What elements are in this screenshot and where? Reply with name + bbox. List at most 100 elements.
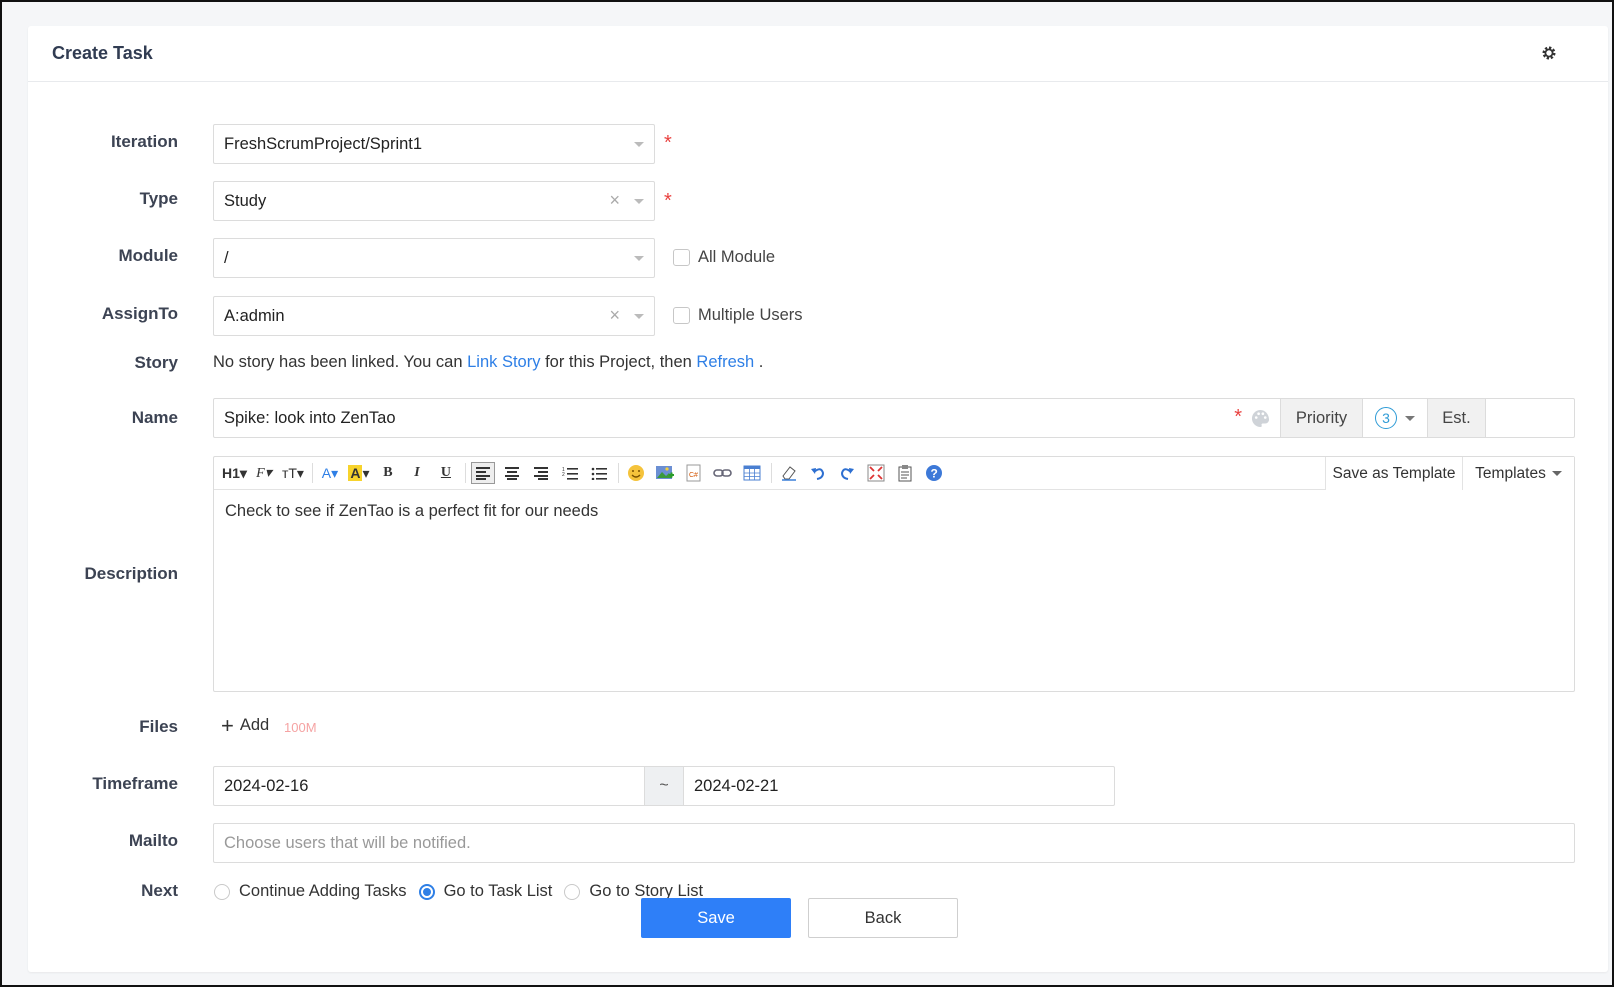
help-icon[interactable]: ?: [922, 462, 946, 484]
back-button[interactable]: Back: [808, 898, 958, 938]
priority-select[interactable]: 3: [1362, 399, 1427, 437]
panel-header: Create Task: [28, 26, 1608, 82]
multiple-users-checkbox[interactable]: Multiple Users: [673, 306, 803, 325]
link-story-link[interactable]: Link Story: [467, 353, 540, 371]
radio-label: Go to Task List: [443, 882, 553, 900]
description-textarea[interactable]: Check to see if ZenTao is a perfect fit …: [214, 490, 1574, 533]
paste-icon[interactable]: [893, 462, 917, 484]
italic-icon[interactable]: I: [405, 462, 429, 484]
all-module-checkbox[interactable]: All Module: [673, 248, 775, 267]
toolbar-divider: [770, 463, 772, 483]
name-label: Name: [131, 408, 178, 427]
story-text: .: [758, 353, 764, 371]
type-label: Type: [139, 189, 178, 208]
eraser-icon[interactable]: [777, 462, 801, 484]
module-select[interactable]: /: [213, 238, 655, 278]
svg-text:2: 2: [562, 472, 565, 478]
clear-icon[interactable]: ×: [609, 305, 620, 326]
page-title: Create Task: [52, 43, 153, 63]
name-input[interactable]: Spike: look into ZenTao *: [214, 399, 1280, 437]
timeframe-group: 2024-02-16 ~ 2024-02-21: [213, 766, 1115, 806]
undo-icon[interactable]: [806, 462, 830, 484]
font-size-icon[interactable]: тT▾: [281, 462, 305, 484]
radio-button[interactable]: [214, 883, 230, 900]
priority-addon: Priority: [1280, 399, 1362, 437]
name-value: Spike: look into ZenTao: [224, 408, 396, 427]
bold-icon[interactable]: B: [376, 462, 400, 484]
font-color-icon[interactable]: A▾: [318, 462, 342, 484]
table-icon[interactable]: [740, 462, 764, 484]
required-mark: *: [664, 132, 672, 154]
chevron-down-icon: [634, 256, 644, 261]
mailto-label: Mailto: [128, 831, 178, 850]
story-text: for this Project, then: [545, 353, 692, 371]
align-left-icon[interactable]: [470, 462, 495, 484]
palette-icon[interactable]: [1251, 409, 1270, 433]
save-as-template-button[interactable]: Save as Template: [1325, 457, 1462, 490]
next-radio-group: Continue Adding Tasks Go to Task List Go…: [214, 882, 715, 901]
image-icon[interactable]: [653, 462, 677, 484]
radio-button[interactable]: [418, 883, 435, 900]
heading-icon[interactable]: H1▾: [222, 462, 247, 484]
type-value: Study: [224, 191, 267, 210]
next-label: Next: [141, 881, 178, 900]
multiple-users-label: Multiple Users: [698, 306, 803, 324]
radio-button[interactable]: [564, 883, 581, 900]
save-button[interactable]: Save: [641, 898, 791, 938]
align-right-icon[interactable]: [529, 462, 553, 484]
end-date-input[interactable]: 2024-02-21: [684, 767, 1114, 805]
redo-icon[interactable]: [835, 462, 859, 484]
module-label: Module: [118, 246, 179, 265]
module-value: /: [224, 248, 229, 267]
story-label: Story: [134, 353, 178, 372]
mailto-input[interactable]: Choose users that will be notified.: [213, 823, 1575, 863]
description-label: Description: [84, 564, 178, 583]
font-family-icon[interactable]: F▾: [252, 462, 276, 484]
gear-icon[interactable]: [1540, 44, 1558, 62]
assignto-select[interactable]: A:admin ×: [213, 296, 655, 336]
align-center-icon[interactable]: [500, 462, 524, 484]
svg-text:C#: C#: [689, 472, 698, 479]
start-date-input[interactable]: 2024-02-16: [214, 767, 644, 805]
clear-icon[interactable]: ×: [609, 190, 620, 211]
type-select[interactable]: Study ×: [213, 181, 655, 221]
estimate-input[interactable]: [1485, 399, 1574, 437]
checkbox[interactable]: [673, 307, 690, 324]
toolbar-divider: [311, 463, 313, 483]
refresh-link[interactable]: Refresh: [696, 353, 754, 371]
unordered-list-icon[interactable]: [587, 462, 611, 484]
description-editor: H1▾ F▾ тT▾ A▾ A ▾ B I U 1 2 C# ? Save as…: [213, 456, 1575, 692]
underline-icon[interactable]: U: [434, 462, 458, 484]
link-icon[interactable]: [711, 462, 735, 484]
iteration-select[interactable]: FreshScrumProject/Sprint1: [213, 124, 655, 164]
plus-icon: +: [221, 712, 234, 738]
chevron-down-icon: [1551, 471, 1562, 476]
add-file-button[interactable]: + Add: [221, 712, 270, 738]
chevron-down-icon: [634, 199, 644, 204]
highlight-icon[interactable]: A ▾: [347, 462, 371, 484]
checkbox[interactable]: [673, 249, 690, 266]
add-file-label: Add: [239, 716, 270, 734]
emoji-icon[interactable]: [624, 462, 648, 484]
iteration-value: FreshScrumProject/Sprint1: [224, 134, 423, 153]
assignto-label: AssignTo: [101, 304, 178, 323]
iteration-label: Iteration: [110, 132, 178, 151]
files-label: Files: [139, 717, 178, 736]
fullscreen-icon[interactable]: [864, 462, 888, 484]
chevron-down-icon: [634, 142, 644, 147]
all-module-label: All Module: [698, 248, 776, 266]
templates-dropdown[interactable]: Templates: [1462, 457, 1574, 490]
radio-label: Continue Adding Tasks: [239, 882, 407, 900]
ordered-list-icon[interactable]: 12: [558, 462, 582, 484]
priority-badge: 3: [1375, 407, 1397, 429]
code-icon[interactable]: C#: [682, 462, 706, 484]
file-size-limit: 100M: [284, 720, 317, 735]
story-message: No story has been linked. You can Link S…: [213, 353, 763, 372]
radio-continue-adding[interactable]: Continue Adding Tasks: [214, 882, 407, 901]
required-mark: *: [664, 190, 672, 212]
editor-toolbar: H1▾ F▾ тT▾ A▾ A ▾ B I U 1 2 C# ? Save as…: [214, 457, 1574, 490]
timeframe-label: Timeframe: [92, 774, 178, 793]
radio-go-to-task-list[interactable]: Go to Task List: [418, 882, 553, 901]
date-separator: ~: [644, 767, 684, 805]
chevron-down-icon: [634, 314, 644, 319]
